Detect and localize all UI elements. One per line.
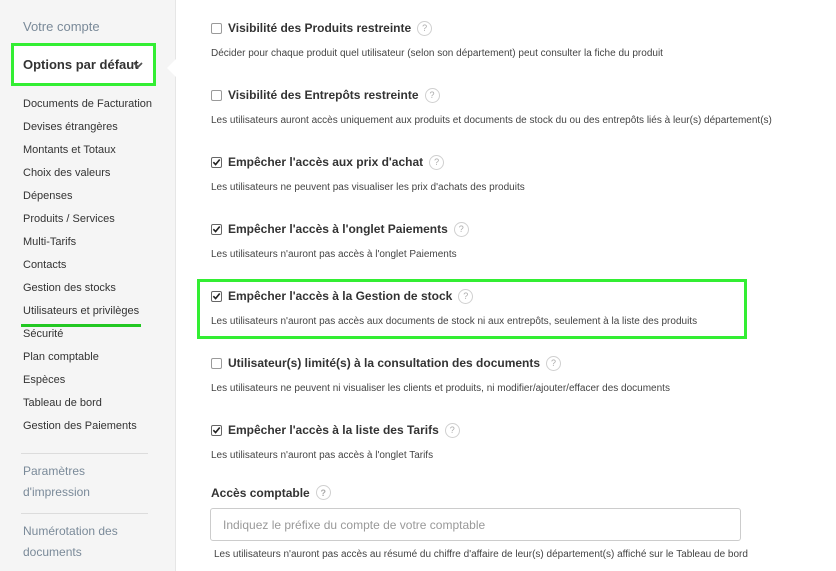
sidebar-item-gestion-paiements[interactable]: Gestion des Paiements xyxy=(23,417,152,440)
sidebar-item-depenses[interactable]: Dépenses xyxy=(23,187,152,210)
sidebar-link-line: documents xyxy=(23,545,82,559)
sidebar-item-especes[interactable]: Espèces xyxy=(23,371,152,394)
sidebar-item-devises-etrangeres[interactable]: Devises étrangères xyxy=(23,118,152,141)
question-circle-icon[interactable]: ? xyxy=(424,87,440,103)
option-label: Visibilité des Entrepôts restreinte xyxy=(228,88,419,102)
option-consultation-documents: Utilisateur(s) limité(s) à la consultati… xyxy=(211,354,670,394)
check-icon xyxy=(212,426,221,434)
sidebar-group-options-par-defaut[interactable]: Options par défaut xyxy=(11,43,156,86)
checkbox-checked[interactable] xyxy=(211,424,222,436)
sidebar-item-gestion-stocks[interactable]: Gestion des stocks xyxy=(23,279,152,302)
option-description: Les utilisateurs n'auront pas accès aux … xyxy=(211,316,698,327)
checkbox-checked[interactable] xyxy=(211,290,222,302)
accounting-access-label: Accès comptable xyxy=(211,485,310,500)
accounting-access-title: Accès comptable ? xyxy=(211,485,331,500)
option-onglet-paiements: Empêcher l'accès à l'onglet Paiements ? … xyxy=(211,220,469,260)
sidebar-link-numerotation-documents[interactable]: Numérotation des documents xyxy=(23,521,118,563)
question-circle-icon[interactable]: ? xyxy=(444,422,460,438)
check-icon xyxy=(212,158,221,166)
checkbox[interactable] xyxy=(211,357,222,369)
sidebar-link-parametres-impression[interactable]: Paramètres d'impression xyxy=(23,461,90,503)
sidebar-items: Documents de Facturation Devises étrangè… xyxy=(20,95,152,440)
option-description: Les utilisateurs ne peuvent pas visualis… xyxy=(211,182,525,193)
option-label: Empêcher l'accès à la liste des Tarifs xyxy=(228,423,439,437)
sidebar-item-montants-totaux[interactable]: Montants et Totaux xyxy=(23,141,152,164)
option-description: Décider pour chaque produit quel utilisa… xyxy=(211,48,663,59)
question-circle-icon[interactable]: ? xyxy=(458,288,474,304)
option-label: Utilisateur(s) limité(s) à la consultati… xyxy=(228,356,541,370)
question-circle-icon[interactable]: ? xyxy=(315,485,331,500)
accounting-prefix-input[interactable] xyxy=(210,508,741,541)
sidebar-item-choix-valeurs[interactable]: Choix des valeurs xyxy=(23,164,152,187)
option-visibilite-entrepots: Visibilité des Entrepôts restreinte ? Le… xyxy=(211,86,772,126)
chevron-down-icon xyxy=(133,62,143,68)
option-description: Les utilisateurs ne peuvent ni visualise… xyxy=(211,383,670,394)
question-circle-icon[interactable]: ? xyxy=(429,154,445,170)
question-circle-icon[interactable]: ? xyxy=(417,20,433,36)
checkbox-checked[interactable] xyxy=(211,156,222,168)
check-icon xyxy=(212,292,221,300)
option-label: Empêcher l'accès à la Gestion de stock xyxy=(228,289,453,303)
option-gestion-stock: Empêcher l'accès à la Gestion de stock ?… xyxy=(211,287,697,327)
question-circle-icon[interactable]: ? xyxy=(453,221,469,237)
sidebar-item-securite[interactable]: Sécurité xyxy=(23,325,152,348)
option-label: Empêcher l'accès à l'onglet Paiements xyxy=(228,222,448,236)
check-icon xyxy=(212,225,221,233)
checkbox-checked[interactable] xyxy=(211,223,222,235)
option-liste-tarifs: Empêcher l'accès à la liste des Tarifs ?… xyxy=(211,421,460,461)
sidebar-item-documents-facturation[interactable]: Documents de Facturation xyxy=(23,95,152,118)
active-group-pointer xyxy=(167,58,177,78)
accounting-description: Les utilisateurs n'auront pas accès au r… xyxy=(214,549,748,560)
option-prix-achat: Empêcher l'accès aux prix d'achat ? Les … xyxy=(211,153,525,193)
option-description: Les utilisateurs auront accès uniquement… xyxy=(211,115,772,126)
sidebar-item-contacts[interactable]: Contacts xyxy=(23,256,152,279)
sidebar-item-plan-comptable[interactable]: Plan comptable xyxy=(23,348,152,371)
option-label: Empêcher l'accès aux prix d'achat xyxy=(228,155,424,169)
option-description: Les utilisateurs n'auront pas accès à l'… xyxy=(211,450,434,461)
sidebar-item-produits-services[interactable]: Produits / Services xyxy=(23,210,152,233)
sidebar-divider xyxy=(21,453,148,454)
option-label: Visibilité des Produits restreinte xyxy=(228,21,412,35)
sidebar-item-tableau-de-bord[interactable]: Tableau de bord xyxy=(23,394,152,417)
sidebar-link-line: d'impression xyxy=(23,485,90,499)
sidebar-item-utilisateurs-privileges[interactable]: Utilisateurs et privilèges xyxy=(20,302,152,327)
settings-sidebar: Votre compte Options par défaut Document… xyxy=(0,0,176,571)
question-circle-icon[interactable]: ? xyxy=(546,355,562,371)
checkbox[interactable] xyxy=(211,89,222,101)
sidebar-link-votre-compte[interactable]: Votre compte xyxy=(23,19,100,34)
option-visibilite-produits: Visibilité des Produits restreinte ? Déc… xyxy=(211,19,663,59)
sidebar-divider xyxy=(21,513,148,514)
sidebar-link-line: Numérotation des xyxy=(23,524,118,538)
option-description: Les utilisateurs n'auront pas accès à l'… xyxy=(211,249,457,260)
sidebar-item-multi-tarifs[interactable]: Multi-Tarifs xyxy=(23,233,152,256)
sidebar-group-label: Options par défaut xyxy=(23,57,139,72)
sidebar-link-line: Paramètres xyxy=(23,464,86,478)
checkbox[interactable] xyxy=(211,22,222,34)
